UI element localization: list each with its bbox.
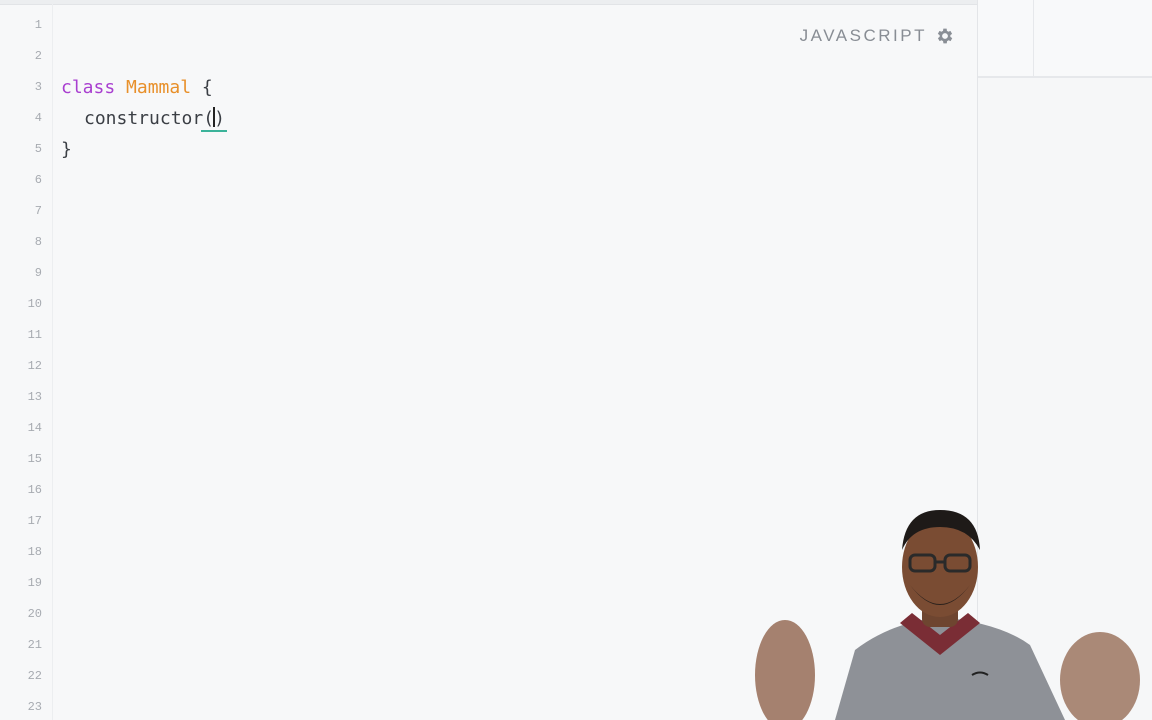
- line-number: 4: [34, 111, 42, 125]
- language-label[interactable]: JAVASCRIPT: [800, 26, 927, 46]
- open-brace: {: [201, 77, 213, 98]
- presenter-video-overlay: [755, 510, 1140, 720]
- line-number: 23: [27, 700, 42, 714]
- close-paren: ): [212, 103, 227, 134]
- line-number: 15: [27, 452, 42, 466]
- keyword-class: class: [61, 77, 116, 98]
- line-number: 21: [27, 638, 42, 652]
- line-number: 16: [27, 483, 42, 497]
- class-name: Mammal: [126, 77, 192, 98]
- language-selector[interactable]: JAVASCRIPT: [800, 26, 955, 46]
- code-line-3[interactable]: class Mammal {: [61, 72, 213, 103]
- close-brace: }: [61, 139, 72, 160]
- line-number: 9: [34, 266, 42, 280]
- line-number: 22: [27, 669, 42, 683]
- line-number: 2: [34, 49, 42, 63]
- tab-divider: [1033, 0, 1034, 76]
- line-number: 13: [27, 390, 42, 404]
- line-number: 20: [27, 607, 42, 621]
- output-panel-tabs[interactable]: [978, 0, 1152, 78]
- line-number: 19: [27, 576, 42, 590]
- gear-icon[interactable]: [935, 26, 955, 46]
- line-number: 3: [34, 80, 42, 94]
- screen: 1 2 3 4 5 6 7 8 9 10 11 12 13 14 15 16 17 18 19 20 21 22 23 JA…: [0, 0, 1152, 720]
- editor-top-border: [0, 0, 977, 5]
- constructor-keyword: constructor: [84, 108, 204, 129]
- line-number: 6: [34, 173, 42, 187]
- line-number: 11: [27, 328, 42, 342]
- line-number-gutter: 1 2 3 4 5 6 7 8 9 10 11 12 13 14 15 16 17 18 19 20 21 22 23: [0, 0, 53, 720]
- line-number: 7: [34, 204, 42, 218]
- code-line-5[interactable]: }: [61, 134, 72, 165]
- line-number: 17: [27, 514, 42, 528]
- line-number: 5: [34, 142, 42, 156]
- code-line-4[interactable]: constructor(): [84, 103, 227, 134]
- line-number: 10: [27, 297, 42, 311]
- line-number: 1: [34, 18, 42, 32]
- line-number: 14: [27, 421, 42, 435]
- line-number: 18: [27, 545, 42, 559]
- line-number: 8: [34, 235, 42, 249]
- line-number: 12: [27, 359, 42, 373]
